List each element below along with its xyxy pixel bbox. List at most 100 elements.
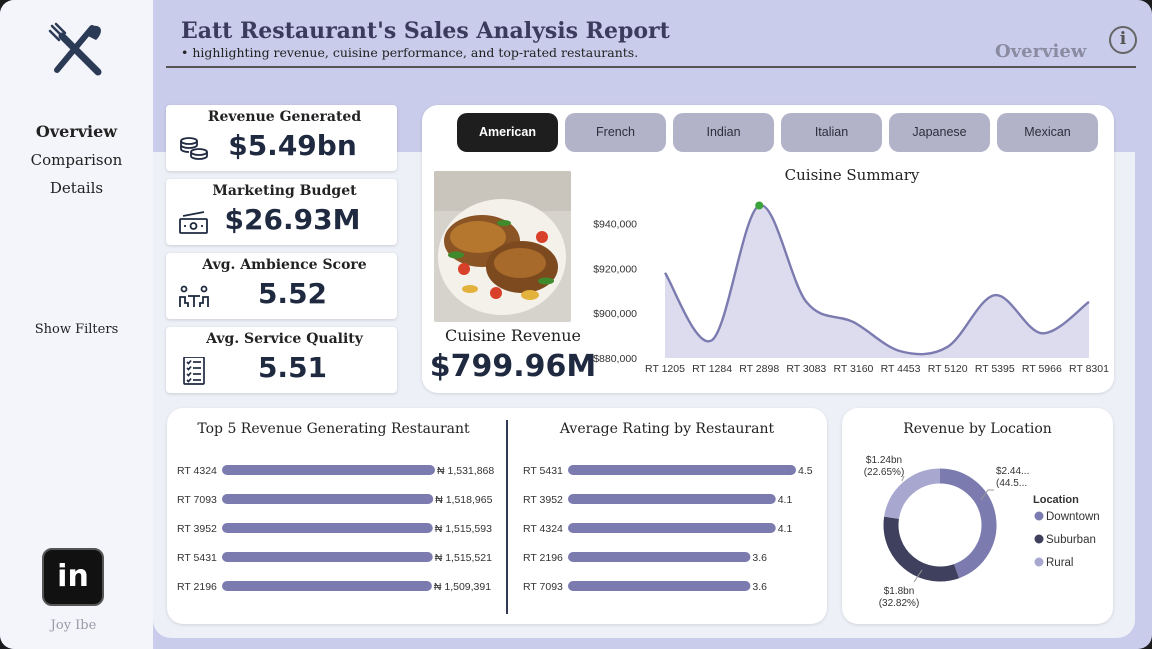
bar: [222, 494, 434, 504]
legend-swatch: [1034, 534, 1044, 544]
bar-category-label: RT 4324: [523, 523, 563, 535]
bar: [222, 465, 435, 475]
bar-category-label: RT 7093: [523, 581, 563, 593]
x-tick-label: RT 5395: [975, 363, 1015, 375]
tab-italian[interactable]: Italian: [781, 113, 882, 152]
location-card: Revenue by Location $2.44... (44.5... $1.8…: [842, 408, 1113, 624]
kpi-service-quality: Avg. Service Quality 5.51: [166, 327, 397, 393]
kpi-value: 5.52: [257, 277, 328, 310]
bar-category-label: RT 4324: [177, 465, 217, 477]
avg-rating-title: Average Rating by Restaurant: [559, 421, 775, 437]
kpi-label: Revenue Generated: [207, 109, 362, 125]
bar: [222, 581, 432, 591]
dashboard-frame: Overview Comparison Details Show Filters…: [0, 0, 1152, 649]
y-tick-label: $920,000: [593, 263, 637, 275]
slice-value-label: $1.8bn: [884, 586, 915, 597]
cuisine-card: American French Indian Italian Japanese …: [422, 105, 1114, 393]
x-tick-label: RT 3160: [833, 363, 873, 375]
show-filters-button[interactable]: Show Filters: [0, 322, 153, 337]
kpi-label: Avg. Ambience Score: [202, 257, 367, 273]
bar-value-label: ₦ 1,509,391: [434, 581, 491, 593]
avg-rating-chart: RT 5431 4.5 RT 3952 4.1 RT 4324 4.1 RT 2196 3.6…: [523, 465, 813, 593]
x-tick-label: RT 1205: [645, 363, 685, 375]
bar-value-label: 4.1: [778, 494, 793, 506]
slice-percent-label: (32.82%): [879, 598, 920, 609]
bar-value-label: 3.6: [752, 552, 767, 564]
legend-item-label: Suburban: [1046, 534, 1096, 546]
tab-indian[interactable]: Indian: [673, 113, 774, 152]
bar-value-label: ₦ 1,531,868: [437, 465, 494, 477]
bar-category-label: RT 2196: [523, 552, 563, 564]
area-fill: [665, 205, 1089, 358]
bar-category-label: RT 5431: [177, 552, 217, 564]
food-photo: [434, 171, 571, 322]
bar-category-label: RT 3952: [177, 523, 217, 535]
bar-category-label: RT 3952: [523, 494, 563, 506]
page-title: Eatt Restaurant's Sales Analysis Report: [181, 18, 670, 44]
legend-title: Location: [1033, 494, 1079, 506]
fork-knife-icon: [48, 22, 102, 76]
tab-french[interactable]: French: [565, 113, 666, 152]
bar: [568, 494, 776, 504]
revenue-by-location-chart: $2.44...(44.5... $1.8bn(32.82%) $1.24bn(22…: [864, 455, 1100, 609]
chart-title: Cuisine Summary: [785, 166, 920, 184]
page-subtitle: • highlighting revenue, cuisine performa…: [181, 45, 639, 60]
x-tick-label: RT 8301: [1069, 363, 1109, 375]
slice-value-label: $1.24bn: [866, 455, 902, 466]
x-tick-label: RT 3083: [786, 363, 826, 375]
kpi-revenue-generated: Revenue Generated $5.49bn: [166, 105, 397, 171]
nav-overview[interactable]: Overview: [0, 118, 153, 146]
kpi-ambience-score: Avg. Ambience Score 5.52: [166, 253, 397, 319]
donut-slice: [939, 468, 997, 579]
bar: [222, 552, 433, 562]
tab-japanese[interactable]: Japanese: [889, 113, 990, 152]
kpi-label: Avg. Service Quality: [206, 331, 363, 347]
slice-percent-label: (22.65%): [864, 467, 905, 478]
sidebar: Overview Comparison Details Show Filters…: [0, 0, 153, 649]
x-tick-label: RT 5966: [1022, 363, 1062, 375]
slice-value-label: $2.44...: [996, 466, 1029, 477]
legend-item-label: Rural: [1046, 557, 1073, 569]
cuisine-summary-chart: Cuisine Summary $880,000 $900,000 $920,000…: [593, 166, 1109, 375]
x-tick-label: RT 2898: [739, 363, 779, 375]
bar-category-label: RT 7093: [177, 494, 217, 506]
header-divider: [166, 66, 1136, 68]
info-icon[interactable]: i: [1109, 26, 1137, 54]
top5-revenue-title: Top 5 Revenue Generating Restaurant: [197, 421, 470, 437]
bar-value-label: 3.6: [752, 581, 767, 593]
tab-american[interactable]: American: [457, 113, 558, 152]
y-tick-label: $880,000: [593, 353, 637, 365]
bar-charts-card: Top 5 Revenue Generating Restaurant Aver…: [167, 408, 827, 624]
bar-value-label: ₦ 1,515,521: [435, 552, 492, 564]
legend-swatch: [1034, 557, 1044, 567]
author-name: Joy Ibe: [50, 618, 97, 633]
legend-swatch: [1034, 511, 1044, 521]
bar: [568, 581, 751, 591]
tab-mexican[interactable]: Mexican: [997, 113, 1098, 152]
linkedin-icon[interactable]: in: [42, 548, 104, 606]
legend-item-label: Downtown: [1046, 511, 1100, 523]
bar-category-label: RT 5431: [523, 465, 563, 477]
top5-revenue-chart: RT 4324 ₦ 1,531,868 RT 7093 ₦ 1,518,965 RT 3…: [177, 465, 494, 593]
bar-category-label: RT 2196: [177, 581, 217, 593]
donut-slice: [883, 516, 960, 582]
kpi-value: $5.49bn: [228, 129, 357, 162]
kpi-value: $26.93M: [224, 203, 361, 236]
kpi-marketing-budget: Marketing Budget $26.93M: [166, 179, 397, 245]
x-tick-label: RT 4453: [881, 363, 921, 375]
bar-value-label: 4.5: [798, 465, 813, 477]
nav-details[interactable]: Details: [0, 174, 153, 202]
current-page-label: Overview: [995, 41, 1087, 62]
y-tick-label: $900,000: [593, 308, 637, 320]
x-tick-label: RT 1284: [692, 363, 732, 375]
bar: [222, 523, 433, 533]
donut-slice: [884, 468, 941, 520]
kpi-value: 5.51: [257, 351, 328, 384]
bar-value-label: ₦ 1,515,593: [435, 523, 492, 535]
bar-value-label: ₦ 1,518,965: [435, 494, 492, 506]
nav-comparison[interactable]: Comparison: [0, 146, 153, 174]
sidebar-nav: Overview Comparison Details: [0, 118, 153, 202]
bar-value-label: 4.1: [778, 523, 793, 535]
bar: [568, 465, 796, 475]
cuisine-revenue-label: Cuisine Revenue: [445, 326, 581, 345]
